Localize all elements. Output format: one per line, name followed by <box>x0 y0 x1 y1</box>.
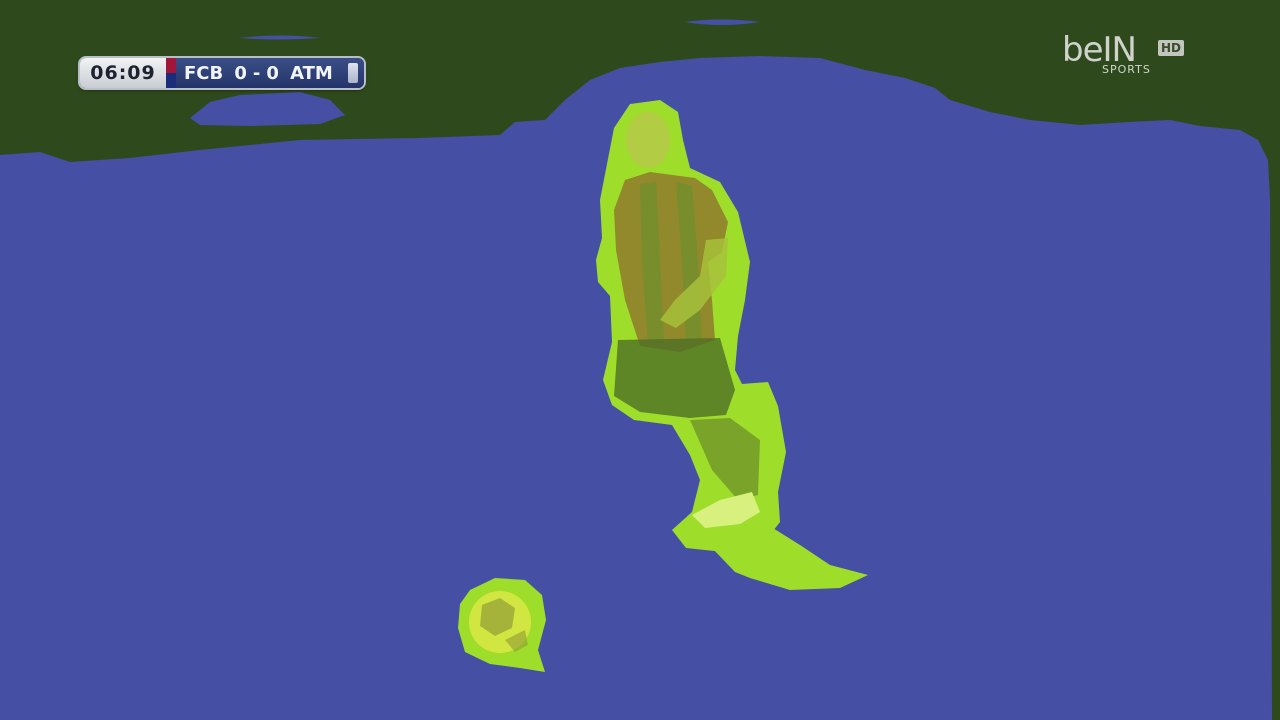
away-team-name: ATM <box>290 62 333 84</box>
broadcaster-subtitle: SPORTS <box>1102 63 1151 76</box>
player-shorts <box>614 338 735 418</box>
hd-badge: HD <box>1158 40 1185 56</box>
score-separator: - <box>252 62 261 84</box>
segmentation-scene <box>0 0 1280 720</box>
home-team-color-bar <box>166 58 176 88</box>
scoreboard-overlay: 06:09 FCB 0 - 0 ATM <box>80 58 364 88</box>
match-clock: 06:09 <box>80 58 166 88</box>
home-score: 0 <box>234 62 247 84</box>
broadcaster-logo: beIN HD SPORTS <box>1062 30 1192 82</box>
score-panel: FCB 0 - 0 ATM <box>176 58 364 88</box>
score: 0 - 0 <box>234 63 279 84</box>
home-team-name: FCB <box>184 62 224 84</box>
video-frame: 06:09 FCB 0 - 0 ATM beIN HD SPORTS <box>0 0 1280 720</box>
away-score: 0 <box>266 62 279 84</box>
away-team-color-bar <box>347 63 358 83</box>
player-head <box>626 112 670 168</box>
